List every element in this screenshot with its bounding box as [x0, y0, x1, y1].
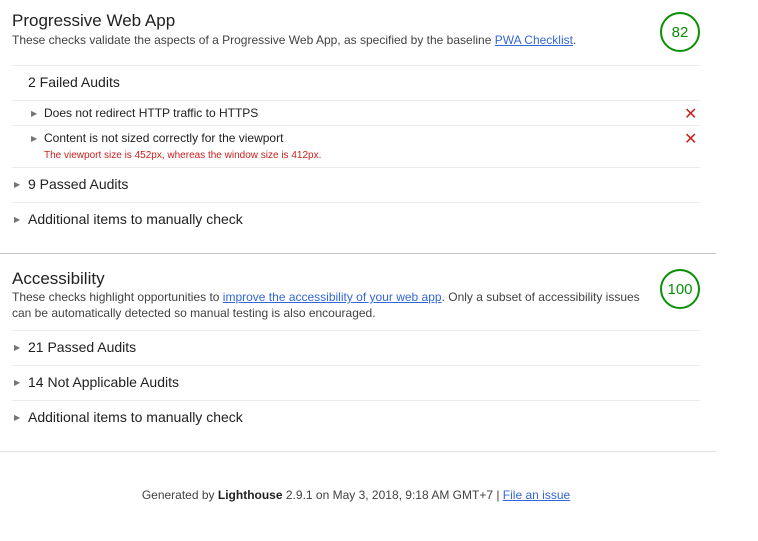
cross-icon: ✕ — [684, 131, 698, 148]
pwa-score-gauge: 82 — [660, 12, 700, 52]
pwa-category: Progressive Web App These checks validat… — [0, 0, 716, 254]
manual-checks-group[interactable]: ▶ Additional items to manually check — [12, 202, 700, 238]
manual-checks-label: Additional items to manually check — [28, 409, 243, 425]
not-applicable-audits-label: 14 Not Applicable Audits — [28, 374, 179, 390]
failed-audits-label: 2 Failed Audits — [28, 74, 120, 90]
triangle-right-icon: ▶ — [14, 180, 21, 189]
pwa-description: These checks validate the aspects of a P… — [12, 32, 652, 48]
footer-prefix: Generated by — [141, 488, 218, 502]
triangle-right-icon: ▶ — [14, 378, 21, 387]
accessibility-score-gauge: 100 — [660, 269, 700, 309]
failed-audits-group: 2 Failed Audits — [12, 65, 700, 101]
manual-checks-label: Additional items to manually check — [28, 211, 243, 227]
footer-brand: Lighthouse — [217, 488, 283, 502]
pwa-description-text: These checks validate the aspects of a P… — [12, 33, 495, 47]
audit-http-redirect[interactable]: ▶ Does not redirect HTTP traffic to HTTP… — [12, 100, 700, 126]
audit-title: Content is not sized correctly for the v… — [44, 131, 284, 145]
accessibility-category: Accessibility These checks highlight opp… — [0, 254, 716, 452]
passed-audits-label: 9 Passed Audits — [28, 176, 129, 192]
report-footer: Generated by Lighthouse 2.9.1 on May 3, … — [0, 488, 712, 502]
passed-audits-group[interactable]: ▶ 21 Passed Audits — [12, 330, 700, 366]
passed-audits-group[interactable]: ▶ 9 Passed Audits — [12, 167, 700, 203]
accessibility-description: These checks highlight opportunities to … — [12, 289, 652, 321]
accessibility-title: Accessibility — [12, 269, 105, 288]
pwa-description-end: . — [572, 33, 577, 47]
audit-title: Does not redirect HTTP traffic to HTTPS — [44, 106, 259, 120]
triangle-right-icon: ▶ — [14, 413, 21, 422]
not-applicable-audits-group[interactable]: ▶ 14 Not Applicable Audits — [12, 365, 700, 401]
triangle-right-icon: ▶ — [31, 134, 38, 143]
triangle-right-icon: ▶ — [14, 215, 21, 224]
pwa-title: Progressive Web App — [12, 11, 176, 30]
file-issue-link[interactable]: File an issue — [503, 488, 570, 502]
audit-viewport-size[interactable]: ▶ Content is not sized correctly for the… — [12, 125, 700, 168]
cross-icon: ✕ — [684, 106, 698, 123]
pwa-checklist-link[interactable]: PWA Checklist — [495, 33, 573, 47]
improve-accessibility-link[interactable]: improve the accessibility of your web ap… — [223, 290, 442, 304]
passed-audits-label: 21 Passed Audits — [28, 339, 137, 355]
triangle-right-icon: ▶ — [31, 109, 38, 118]
accessibility-description-text: These checks highlight opportunities to — [12, 290, 223, 304]
footer-version-date: 2.9.1 on May 3, 2018, 9:18 AM GMT+7 | — [282, 488, 503, 502]
triangle-right-icon: ▶ — [14, 343, 21, 352]
audit-detail-text: The viewport size is 452px, whereas the … — [44, 150, 322, 161]
manual-checks-group[interactable]: ▶ Additional items to manually check — [12, 400, 700, 436]
